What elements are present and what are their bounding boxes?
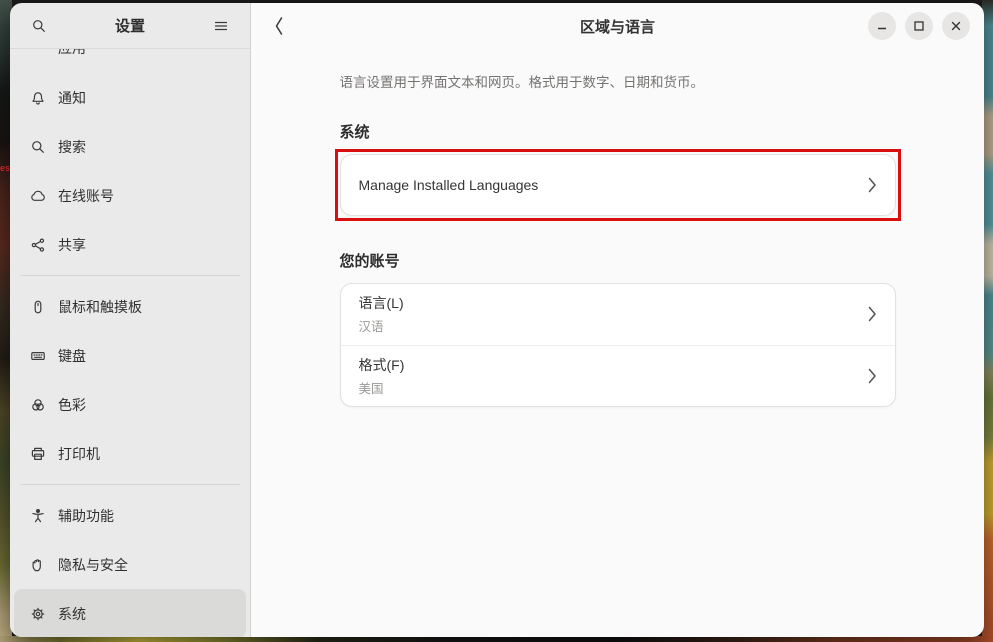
chevron-right-icon <box>868 306 877 322</box>
cloud-icon <box>30 188 46 204</box>
window-controls <box>868 12 976 40</box>
search-button[interactable] <box>24 11 54 41</box>
sidebar-item-label: 搜索 <box>58 137 86 157</box>
formats-row[interactable]: 格式(F) 美国 <box>341 345 895 406</box>
gear-icon <box>30 606 46 622</box>
section-heading-system: 系统 <box>340 121 896 142</box>
hand-icon <box>30 557 46 573</box>
sidebar-item-notifications[interactable]: 通知 <box>14 73 246 122</box>
manage-installed-languages-row[interactable]: Manage Installed Languages <box>341 155 895 215</box>
sidebar-item-system[interactable]: 系统 <box>14 589 246 637</box>
sidebar-item-sharing[interactable]: 共享 <box>14 220 246 269</box>
row-subtitle: 汉语 <box>359 316 404 335</box>
sidebar-divider <box>20 275 240 276</box>
desktop-icon-text-fragment: es <box>0 163 10 173</box>
chevron-right-icon <box>868 368 877 384</box>
sidebar-title: 设置 <box>115 15 145 36</box>
settings-window: 设置 ··· 应用 <box>10 3 984 637</box>
bell-icon <box>30 90 46 106</box>
share-icon <box>30 237 46 253</box>
sidebar-divider <box>20 484 240 485</box>
color-icon <box>30 397 46 413</box>
row-title: 格式(F) <box>359 355 405 375</box>
row-title: 语言(L) <box>359 293 404 313</box>
account-card: 语言(L) 汉语 格式(F) 美国 <box>340 283 896 407</box>
hamburger-menu-icon <box>213 18 229 34</box>
sidebar-item-label: 通知 <box>58 88 86 108</box>
sidebar-item-label: 隐私与安全 <box>58 555 128 575</box>
close-icon <box>950 20 962 32</box>
chevron-left-icon <box>272 15 286 37</box>
sidebar-item-printers[interactable]: 打印机 <box>14 429 246 478</box>
sidebar-item-privacy-security[interactable]: 隐私与安全 <box>14 540 246 589</box>
sidebar-item-label: 辅助功能 <box>58 506 114 526</box>
sidebar-item-accessibility[interactable]: 辅助功能 <box>14 491 246 540</box>
sidebar-item-keyboard[interactable]: 键盘 <box>14 331 246 380</box>
main-menu-button[interactable] <box>206 11 236 41</box>
close-button[interactable] <box>942 12 970 40</box>
back-button[interactable] <box>263 10 295 42</box>
page-description: 语言设置用于界面文本和网页。格式用于数字、日期和货币。 <box>340 73 896 93</box>
main-pane: 区域与语言 <box>251 3 984 637</box>
chevron-right-icon <box>868 177 877 193</box>
sidebar-item-online-accounts[interactable]: 在线账号 <box>14 171 246 220</box>
row-subtitle: 美国 <box>359 378 405 397</box>
sidebar-headerbar: 设置 <box>10 3 250 49</box>
sidebar-item-label: 共享 <box>58 235 86 255</box>
sidebar-item-label: 色彩 <box>58 395 86 415</box>
maximize-icon <box>913 20 925 32</box>
main-headerbar: 区域与语言 <box>251 3 984 49</box>
sidebar: 设置 ··· 应用 <box>10 3 251 637</box>
mouse-icon <box>30 299 46 315</box>
row-title: Manage Installed Languages <box>359 177 539 193</box>
sidebar-item-label: 鼠标和触摸板 <box>58 297 142 317</box>
sidebar-item-search[interactable]: 搜索 <box>14 122 246 171</box>
printer-icon <box>30 446 46 462</box>
maximize-button[interactable] <box>905 12 933 40</box>
sidebar-nav-list: ··· 应用 通知 <box>10 49 250 637</box>
sidebar-item-color[interactable]: 色彩 <box>14 380 246 429</box>
sidebar-item-label: 系统 <box>58 604 86 624</box>
section-heading-account: 您的账号 <box>340 250 896 271</box>
sidebar-item-label: 键盘 <box>58 346 86 366</box>
apps-grid-icon: ··· <box>30 49 46 56</box>
sidebar-item-label: 打印机 <box>58 444 100 464</box>
system-card: Manage Installed Languages <box>340 154 896 216</box>
sidebar-item-label: 应用 <box>58 49 86 58</box>
search-icon <box>30 139 46 155</box>
sidebar-item-mouse-touchpad[interactable]: 鼠标和触摸板 <box>14 282 246 331</box>
sidebar-item-label: 在线账号 <box>58 186 114 206</box>
sidebar-item-apps[interactable]: ··· 应用 <box>10 49 250 63</box>
keyboard-icon <box>30 348 46 364</box>
minimize-icon <box>876 20 888 32</box>
page-body: 语言设置用于界面文本和网页。格式用于数字、日期和货币。 系统 Manage In… <box>251 49 984 637</box>
search-icon <box>31 18 47 34</box>
language-row[interactable]: 语言(L) 汉语 <box>341 284 895 345</box>
accessibility-icon <box>30 508 46 524</box>
minimize-button[interactable] <box>868 12 896 40</box>
